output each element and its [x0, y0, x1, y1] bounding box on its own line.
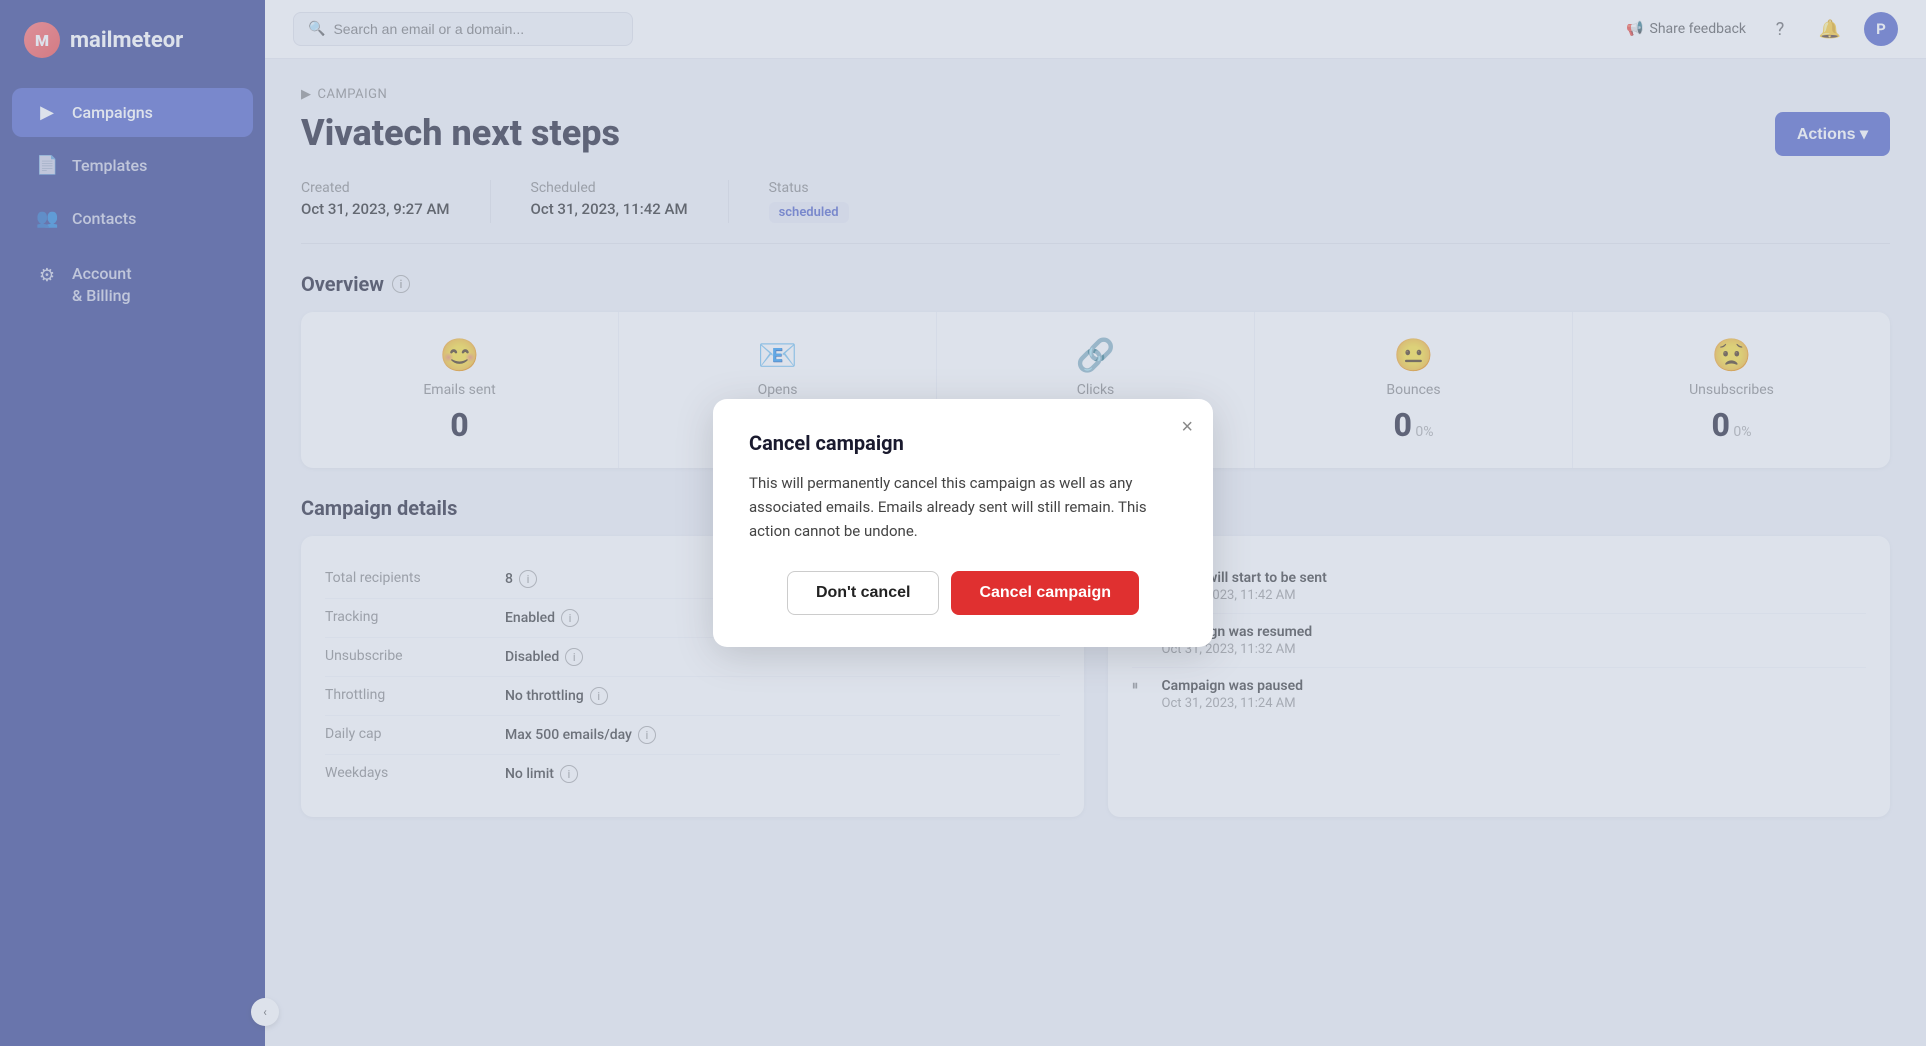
cancel-campaign-button[interactable]: Cancel campaign	[951, 571, 1139, 615]
modal-title: Cancel campaign	[749, 431, 1177, 455]
modal-actions: Don't cancel Cancel campaign	[749, 571, 1177, 615]
cancel-campaign-modal: × Cancel campaign This will permanently …	[713, 399, 1213, 647]
dont-cancel-button[interactable]: Don't cancel	[787, 571, 940, 615]
modal-body: This will permanently cancel this campai…	[749, 471, 1177, 543]
modal-overlay[interactable]: × Cancel campaign This will permanently …	[0, 0, 1926, 1046]
modal-close-button[interactable]: ×	[1181, 417, 1193, 437]
